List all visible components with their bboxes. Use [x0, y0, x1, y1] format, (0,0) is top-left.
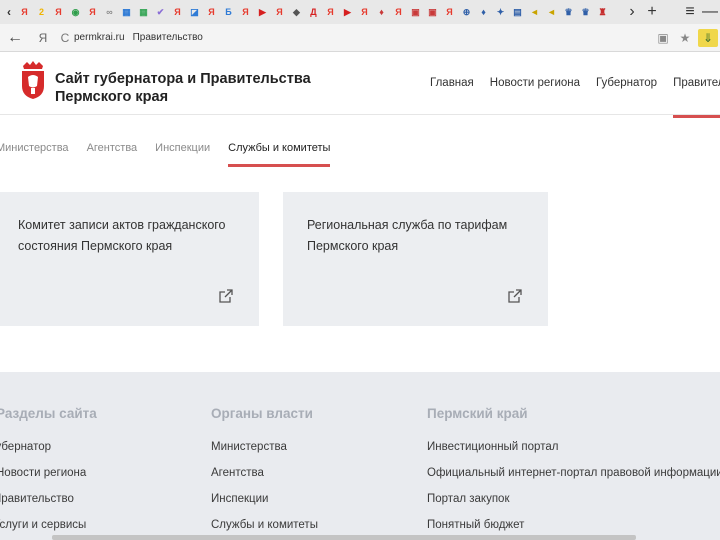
- minimize-button[interactable]: —: [700, 2, 720, 22]
- perm-emblem-icon[interactable]: ♜: [596, 6, 609, 19]
- footer-heading: Разделы сайта: [0, 406, 97, 421]
- download-icon[interactable]: ⇓: [698, 28, 718, 47]
- footer-heading: Пермский край: [427, 406, 528, 421]
- reload-icon[interactable]: C: [56, 31, 74, 45]
- horizontal-scrollbar[interactable]: [52, 535, 636, 540]
- shield-icon[interactable]: ◉: [69, 6, 82, 19]
- yandex-icon[interactable]: Я: [239, 6, 252, 19]
- footer-link[interactable]: Инспекции: [211, 493, 318, 505]
- yandex-icon[interactable]: Я: [18, 6, 31, 19]
- grid-icon[interactable]: ▦: [137, 6, 150, 19]
- square-icon[interactable]: 2: [35, 6, 48, 19]
- tab-ministries[interactable]: Министерства: [0, 142, 69, 154]
- emblem-icon[interactable]: ▤: [511, 6, 524, 19]
- box-icon[interactable]: ▣: [426, 6, 439, 19]
- footer-link[interactable]: Министерства: [211, 441, 318, 453]
- card-title: Комитет записи актов гражданского состоя…: [18, 218, 226, 253]
- card-tariff-service[interactable]: Региональная служба по тарифам Пермского…: [283, 192, 548, 326]
- site-header: Сайт губернатора и Правительства Пермско…: [0, 53, 720, 118]
- card-title: Региональная служба по тарифам Пермского…: [307, 218, 508, 253]
- tab-strip: Я 2 Я ◉ Я ∞ ▦ ▦ ✔ Я ◪ Я Б Я ▶ Я ◆ Д Я ▶ Я ♦ Я ▣ ▣ Я ⊕ ♦ ✦ ▤ ◄ ◄ ♛ ♛ ♜: [16, 6, 611, 19]
- yandex-icon[interactable]: Я: [273, 6, 286, 19]
- reader-mode-icon[interactable]: ▣: [654, 29, 672, 47]
- flag-icon[interactable]: ◪: [188, 6, 201, 19]
- site-footer: Разделы сайта Губернатор Новости региона…: [0, 372, 720, 540]
- browser-menu-button[interactable]: ≡: [680, 2, 700, 22]
- infinity-icon[interactable]: ∞: [103, 6, 116, 19]
- footer-link[interactable]: Понятный бюджет: [427, 519, 720, 531]
- nav-item-home[interactable]: Главная: [430, 77, 474, 89]
- doc-icon[interactable]: Б: [222, 6, 235, 19]
- emblem-icon[interactable]: ♛: [579, 6, 592, 19]
- nav-item-news[interactable]: Новости региона: [490, 77, 580, 89]
- footer-column-region: Пермский край Инвестиционный портал Офиц…: [427, 406, 720, 540]
- bookmark-star-icon[interactable]: ★: [676, 29, 694, 47]
- tab-inspections[interactable]: Инспекции: [155, 142, 210, 154]
- footer-heading: Органы власти: [211, 406, 313, 421]
- external-link-icon: [508, 289, 522, 303]
- footer-link[interactable]: Инвестиционный портал: [427, 441, 720, 453]
- footer-link[interactable]: Официальный интернет-портал правовой инф…: [427, 467, 720, 479]
- back-button[interactable]: ←: [0, 29, 30, 47]
- video-icon[interactable]: ▶: [341, 6, 354, 19]
- footer-link[interactable]: Услуги и сервисы: [0, 519, 97, 531]
- footer-column-sections: Разделы сайта Губернатор Новости региона…: [0, 406, 97, 540]
- site-title[interactable]: Сайт губернатора и Правительства Пермско…: [55, 70, 315, 106]
- tab-services-committees[interactable]: Службы и комитеты: [228, 142, 331, 167]
- yandex-icon[interactable]: Я: [205, 6, 218, 19]
- box-icon[interactable]: ▣: [409, 6, 422, 19]
- address-bar: ← Я C permkrai.ru ​ Правительство ▣ ★ ⇓: [0, 24, 720, 52]
- external-link-icon: [219, 289, 233, 303]
- arrow-icon[interactable]: ◄: [545, 6, 558, 19]
- yandex-icon[interactable]: Я: [171, 6, 184, 19]
- globe-icon[interactable]: ⊕: [460, 6, 473, 19]
- video-icon[interactable]: ▶: [256, 6, 269, 19]
- footer-link[interactable]: Правительство: [0, 493, 97, 505]
- page-title-in-address[interactable]: Правительство: [133, 32, 203, 43]
- site-title-line-1: Сайт губернатора и Правительства: [55, 71, 311, 87]
- site-title-line-2: Пермского края: [55, 89, 169, 105]
- browser-window: ‹ Я 2 Я ◉ Я ∞ ▦ ▦ ✔ Я ◪ Я Б Я ▶ Я ◆ Д Я ▶ Я ♦ Я ▣ ▣ Я ⊕ ♦ ✦ ▤ ◄ ◄ ♛ ♛ ♜ › …: [0, 0, 720, 540]
- yandex-icon[interactable]: Я: [86, 6, 99, 19]
- tabs-scroll-left-button[interactable]: ‹: [2, 5, 16, 19]
- tab-bar-controls: › + ≡ —: [622, 2, 720, 22]
- coat-of-arms-icon[interactable]: ♦: [375, 6, 388, 19]
- footer-link[interactable]: Службы и комитеты: [211, 519, 318, 531]
- yandex-icon[interactable]: Я: [392, 6, 405, 19]
- url-field[interactable]: permkrai.ru: [74, 32, 125, 43]
- yandex-icon[interactable]: Я: [358, 6, 371, 19]
- card-registry-committee[interactable]: Комитет записи актов гражданского состоя…: [0, 192, 259, 326]
- authorities-tabs: Министерства Агентства Инспекции Службы …: [0, 142, 348, 167]
- yandex-icon[interactable]: Я: [52, 6, 65, 19]
- nav-item-governor[interactable]: Губернатор: [596, 77, 657, 89]
- tab-agencies[interactable]: Агентства: [87, 142, 138, 154]
- footer-column-authorities: Органы власти Министерства Агентства Инс…: [211, 406, 318, 540]
- yandex-icon[interactable]: Я: [324, 6, 337, 19]
- nav-item-government[interactable]: Правительство: [673, 77, 720, 118]
- main-nav: Главная Новости региона Губернатор Прави…: [430, 77, 720, 118]
- footer-link[interactable]: Портал закупок: [427, 493, 720, 505]
- coat-of-arms-icon[interactable]: ♦: [477, 6, 490, 19]
- check-icon[interactable]: ✔: [154, 6, 167, 19]
- yandex-logo-icon[interactable]: Я: [30, 31, 56, 45]
- perm-emblem-icon[interactable]: [20, 60, 46, 100]
- star-icon[interactable]: ✦: [494, 6, 507, 19]
- footer-link[interactable]: Губернатор: [0, 441, 97, 453]
- tab-bar: ‹ Я 2 Я ◉ Я ∞ ▦ ▦ ✔ Я ◪ Я Б Я ▶ Я ◆ Д Я ▶ Я ♦ Я ▣ ▣ Я ⊕ ♦ ✦ ▤ ◄ ◄ ♛ ♛ ♜ › …: [0, 0, 720, 24]
- yandex-icon[interactable]: Я: [443, 6, 456, 19]
- alert-icon[interactable]: Д: [307, 6, 320, 19]
- play-icon[interactable]: ◆: [290, 6, 303, 19]
- emblem-icon[interactable]: ♛: [562, 6, 575, 19]
- address-tools: ▣ ★ ⇓: [654, 28, 720, 47]
- tabs-scroll-right-button[interactable]: ›: [622, 2, 642, 22]
- arrow-icon[interactable]: ◄: [528, 6, 541, 19]
- grid-icon[interactable]: ▦: [120, 6, 133, 19]
- footer-link[interactable]: Новости региона: [0, 467, 97, 479]
- new-tab-button[interactable]: +: [642, 2, 662, 22]
- footer-link[interactable]: Агентства: [211, 467, 318, 479]
